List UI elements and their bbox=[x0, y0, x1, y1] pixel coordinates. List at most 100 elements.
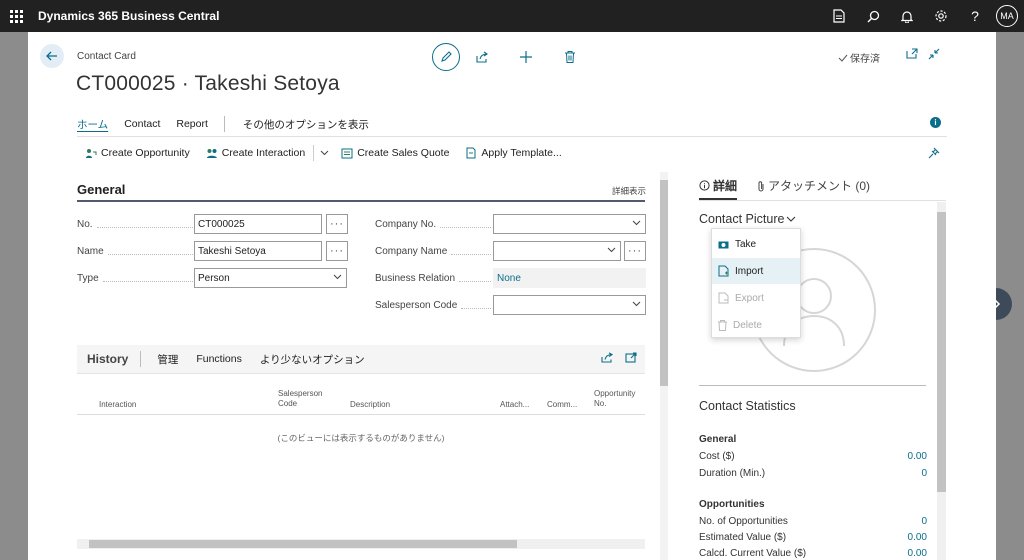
delete-button[interactable] bbox=[548, 43, 592, 71]
user-avatar[interactable]: MA bbox=[996, 5, 1018, 27]
app-launcher-icon[interactable] bbox=[0, 0, 32, 32]
new-button[interactable] bbox=[504, 43, 548, 71]
statistics-row-duration: Duration (Min.) 0 bbox=[699, 468, 927, 479]
company-name-lookup-button[interactable]: ··· bbox=[624, 241, 646, 261]
pencil-icon bbox=[441, 51, 452, 62]
estimated-value[interactable]: 0.00 bbox=[908, 532, 927, 543]
column-header-opportunity[interactable]: Opportunity No. bbox=[594, 389, 635, 409]
history-title[interactable]: History bbox=[87, 352, 128, 366]
column-header-comment[interactable]: Comm... bbox=[547, 400, 577, 410]
calcd-value[interactable]: 0.00 bbox=[908, 548, 927, 559]
show-more-options-link[interactable]: その他のオプションを表示 bbox=[243, 117, 369, 132]
tab-attachments-label: アタッチメント (0) bbox=[768, 179, 871, 193]
interaction-icon bbox=[206, 148, 217, 158]
statistics-row-cost: Cost ($) 0.00 bbox=[699, 451, 927, 462]
tab-details[interactable]: 詳細 bbox=[699, 177, 737, 194]
column-header-attachment[interactable]: Attach... bbox=[500, 400, 529, 410]
create-opportunity-button[interactable]: Create Opportunity bbox=[85, 147, 190, 159]
chevron-down-icon bbox=[632, 301, 641, 307]
menu-item-take-label: Take bbox=[735, 238, 757, 250]
history-tab-manage[interactable]: 管理 bbox=[157, 352, 178, 367]
open-in-new-icon[interactable] bbox=[625, 352, 637, 363]
contact-picture-title[interactable]: Contact Picture bbox=[699, 212, 796, 226]
column-header-description[interactable]: Description bbox=[350, 400, 390, 410]
factbox-scroll-thumb[interactable] bbox=[937, 212, 946, 492]
document-icon[interactable] bbox=[822, 0, 856, 32]
app-name[interactable]: Dynamics 365 Business Central bbox=[38, 9, 219, 23]
no-lookup-button[interactable]: ··· bbox=[326, 214, 348, 234]
breadcrumb: Contact Card bbox=[77, 51, 136, 62]
salesperson-code-select[interactable] bbox=[493, 295, 646, 315]
more-actions-chevron[interactable] bbox=[320, 147, 329, 159]
cost-label: Cost ($) bbox=[699, 451, 735, 462]
general-section-underline bbox=[77, 200, 645, 202]
create-sales-quote-button[interactable]: Create Sales Quote bbox=[341, 147, 449, 159]
company-no-select[interactable] bbox=[493, 214, 646, 234]
contact-statistics-title[interactable]: Contact Statistics bbox=[699, 399, 796, 413]
column-header-salesperson[interactable]: Salesperson Code bbox=[278, 389, 322, 409]
contact-picture-menu: Take Import Export Delete bbox=[711, 228, 801, 338]
share-icon[interactable] bbox=[601, 352, 613, 363]
business-relation-value[interactable]: None bbox=[493, 268, 646, 288]
search-icon[interactable] bbox=[856, 0, 890, 32]
edit-button[interactable] bbox=[432, 43, 460, 71]
pin-icon[interactable] bbox=[928, 146, 941, 159]
cost-value[interactable]: 0.00 bbox=[908, 451, 927, 462]
menu-item-export[interactable]: Export bbox=[712, 285, 800, 311]
share-button[interactable] bbox=[460, 43, 504, 71]
saved-label: 保存済 bbox=[850, 54, 880, 65]
open-new-window-icon[interactable] bbox=[906, 48, 918, 59]
bell-icon[interactable] bbox=[890, 0, 924, 32]
apply-template-button[interactable]: Apply Template... bbox=[465, 147, 562, 159]
opportunity-count-value[interactable]: 0 bbox=[921, 516, 927, 527]
menu-item-delete[interactable]: Delete bbox=[712, 312, 800, 338]
name-label: Name bbox=[77, 246, 193, 257]
create-interaction-button[interactable]: Create Interaction bbox=[206, 147, 305, 159]
factbox-divider bbox=[699, 200, 946, 201]
main-vertical-scrollbar[interactable] bbox=[660, 172, 668, 560]
horizontal-scroll-thumb[interactable] bbox=[89, 540, 517, 548]
create-opportunity-label: Create Opportunity bbox=[101, 147, 190, 159]
horizontal-scrollbar[interactable] bbox=[77, 539, 645, 549]
type-select[interactable]: Person bbox=[194, 268, 347, 288]
tab-report[interactable]: Report bbox=[176, 118, 208, 130]
duration-value[interactable]: 0 bbox=[921, 468, 927, 479]
export-icon bbox=[718, 292, 729, 304]
create-interaction-label: Create Interaction bbox=[221, 147, 306, 159]
paperclip-icon bbox=[758, 180, 764, 191]
name-input[interactable]: Takeshi Setoya bbox=[194, 241, 322, 261]
history-divider bbox=[140, 351, 142, 367]
no-input[interactable]: CT000025 bbox=[194, 214, 322, 234]
type-label: Type bbox=[77, 273, 193, 284]
info-icon[interactable]: i bbox=[930, 117, 941, 128]
tab-contact[interactable]: Contact bbox=[124, 118, 160, 130]
menu-item-import-label: Import bbox=[735, 265, 764, 277]
collapse-icon[interactable] bbox=[928, 48, 940, 60]
help-icon[interactable]: ? bbox=[958, 0, 992, 32]
menu-item-import[interactable]: Import bbox=[712, 258, 800, 284]
history-tab-functions[interactable]: Functions bbox=[196, 353, 242, 365]
back-button[interactable] bbox=[40, 44, 64, 68]
trash-icon bbox=[718, 319, 727, 331]
chevron-down-icon bbox=[632, 220, 641, 226]
camera-icon bbox=[718, 241, 729, 248]
company-name-select[interactable] bbox=[493, 241, 621, 261]
general-section-title[interactable]: General bbox=[77, 182, 125, 197]
app-bar: Dynamics 365 Business Central ? MA bbox=[0, 0, 1024, 32]
column-header-interaction[interactable]: Interaction bbox=[99, 400, 136, 410]
tab-attachments[interactable]: アタッチメント (0) bbox=[757, 177, 870, 194]
factbox-vertical-scrollbar[interactable] bbox=[937, 202, 946, 560]
business-relation-label: Business Relation bbox=[375, 273, 491, 284]
main-scroll-thumb[interactable] bbox=[660, 180, 668, 386]
statistics-general-heading: General bbox=[699, 434, 737, 445]
history-tab-fewer-options[interactable]: より少ないオプション bbox=[260, 352, 365, 367]
menu-item-take[interactable]: Take bbox=[712, 231, 800, 257]
action-divider bbox=[313, 145, 315, 161]
tab-home[interactable]: ホーム bbox=[77, 117, 108, 132]
show-more-link[interactable]: 詳細表示 bbox=[612, 185, 646, 197]
chevron-down-icon bbox=[607, 247, 616, 253]
history-part: History 管理 Functions より少ないオプション Interact… bbox=[77, 345, 645, 560]
share-icon bbox=[475, 51, 488, 63]
gear-icon[interactable] bbox=[924, 0, 958, 32]
name-lookup-button[interactable]: ··· bbox=[326, 241, 348, 261]
